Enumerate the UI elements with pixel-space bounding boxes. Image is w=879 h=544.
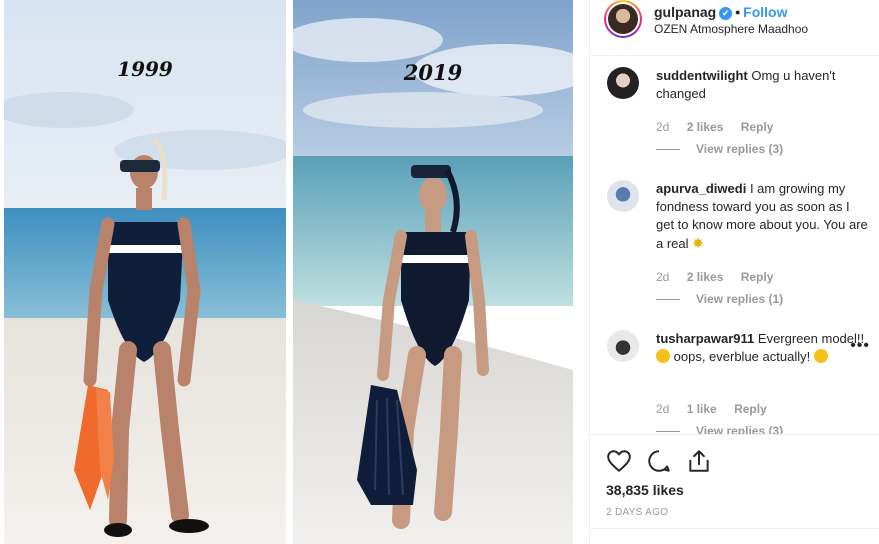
comment-age[interactable]: 2d bbox=[656, 120, 669, 134]
comment-username[interactable]: apurva_diwedi bbox=[656, 181, 746, 196]
reply-button[interactable]: Reply bbox=[741, 120, 774, 134]
share-icon[interactable] bbox=[686, 448, 712, 474]
separator-dot: • bbox=[735, 4, 741, 20]
comment-age[interactable]: 2d bbox=[656, 270, 669, 284]
post-header: gulpanag ✔ • Follow OZEN Atmosphere Maadhoo bbox=[590, 0, 879, 56]
owner-username[interactable]: gulpanag bbox=[654, 4, 716, 20]
view-replies-button[interactable]: View replies (1) bbox=[656, 292, 783, 306]
heart-icon[interactable] bbox=[606, 448, 632, 474]
grinning-emoji-icon bbox=[656, 349, 670, 363]
comment-username[interactable]: suddentwilight bbox=[656, 68, 748, 83]
post-sidebar: gulpanag ✔ • Follow OZEN Atmosphere Maadhoo… bbox=[589, 0, 879, 544]
commenter-avatar[interactable] bbox=[607, 180, 639, 212]
comment-likes[interactable]: 1 like bbox=[687, 402, 717, 416]
year-label-2019: 2019 bbox=[403, 60, 463, 85]
comment-text: suddentwilight Omg u haven't changed bbox=[656, 67, 871, 103]
owner-avatar[interactable] bbox=[604, 0, 642, 38]
comment-likes[interactable]: 2 likes bbox=[687, 270, 724, 284]
commenter-avatar[interactable] bbox=[607, 67, 639, 99]
photo-1999-image bbox=[4, 0, 286, 544]
comment-meta: 2d 2 likes Reply bbox=[656, 270, 787, 284]
view-replies-label: View replies (1) bbox=[696, 292, 784, 306]
reply-button[interactable]: Reply bbox=[741, 270, 774, 284]
year-label-1999: 1999 bbox=[117, 57, 173, 81]
commenter-avatar[interactable] bbox=[607, 330, 639, 362]
sparkle-emoji-icon: ✸ bbox=[692, 235, 704, 251]
photo-2019: 2019 bbox=[293, 0, 573, 544]
comment-text: apurva_diwedi I am growing my fondness t… bbox=[656, 180, 871, 253]
view-replies-label: View replies (3) bbox=[696, 424, 784, 434]
owner-name-row: gulpanag ✔ • Follow bbox=[654, 4, 787, 20]
comments-list[interactable]: suddentwilight Omg u haven't changed 2d … bbox=[590, 57, 879, 434]
comment-age[interactable]: 2d bbox=[656, 402, 669, 416]
comment-body-b: oops, everblue actually! bbox=[673, 349, 811, 364]
more-options-icon[interactable]: ••• bbox=[850, 337, 870, 355]
comment-icon[interactable] bbox=[646, 448, 672, 474]
comment-meta: 2d 1 like Reply bbox=[656, 402, 781, 416]
comment-bar[interactable] bbox=[590, 528, 879, 544]
verified-badge-icon: ✔ bbox=[719, 7, 733, 20]
likes-count[interactable]: 38,835 likes bbox=[606, 482, 684, 498]
post-timestamp[interactable]: 2 DAYS AGO bbox=[606, 507, 668, 518]
location-link[interactable]: OZEN Atmosphere Maadhoo bbox=[654, 22, 808, 36]
comment-meta: 2d 2 likes Reply bbox=[656, 120, 787, 134]
post-actions: 38,835 likes 2 DAYS AGO bbox=[590, 434, 879, 544]
grinning-emoji-icon bbox=[813, 349, 828, 363]
view-replies-button[interactable]: View replies (3) bbox=[656, 142, 783, 156]
reply-button[interactable]: Reply bbox=[734, 402, 767, 416]
view-replies-label: View replies (3) bbox=[696, 142, 784, 156]
comment-username[interactable]: tusharpawar911 bbox=[656, 331, 754, 346]
view-replies-button[interactable]: View replies (3) bbox=[656, 424, 783, 434]
comment-text: tusharpawar911 Evergreen model!! oops, e… bbox=[656, 330, 871, 366]
post-media[interactable]: 1999 2019 bbox=[0, 0, 589, 544]
comment-likes[interactable]: 2 likes bbox=[687, 120, 724, 134]
photo-1999: 1999 bbox=[4, 0, 286, 544]
follow-button[interactable]: Follow bbox=[743, 4, 787, 20]
comment-body-a: Evergreen model!! bbox=[757, 331, 865, 346]
